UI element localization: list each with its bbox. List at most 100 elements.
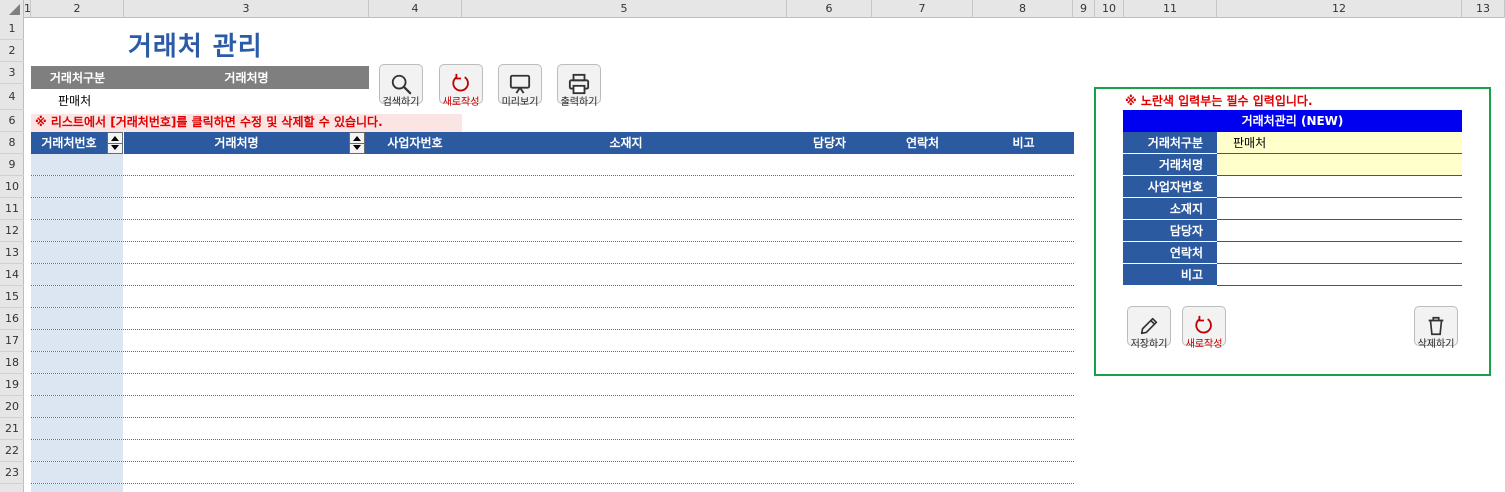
condition-type-value[interactable]: 판매처 <box>58 92 91 109</box>
list-row-number-cell[interactable] <box>31 352 123 373</box>
column-header-8[interactable]: 8 <box>973 0 1073 18</box>
row-header-20[interactable]: 20 <box>0 396 24 418</box>
row-header-8[interactable]: 8 <box>0 132 24 154</box>
column-header-7[interactable]: 7 <box>872 0 973 18</box>
list-row[interactable] <box>31 462 1074 484</box>
row-header-18[interactable]: 18 <box>0 352 24 374</box>
required-note: ※ 노란색 입력부는 필수 입력입니다. <box>1125 94 1313 108</box>
list-row-number-cell[interactable] <box>31 308 123 329</box>
list-row-number-cell[interactable] <box>31 462 123 483</box>
sort-up-icon[interactable] <box>353 136 361 141</box>
list-row[interactable] <box>31 352 1074 374</box>
search-icon <box>391 74 412 95</box>
row-header-14[interactable]: 14 <box>0 264 24 286</box>
condition-name-header: 거래처명 <box>124 66 369 89</box>
list-row-number-cell[interactable] <box>31 374 123 395</box>
row-header-11[interactable]: 11 <box>0 198 24 220</box>
list-row-number-cell[interactable] <box>31 220 123 241</box>
form-title: 거래처관리 (NEW) <box>1123 110 1462 132</box>
column-header-13[interactable]: 13 <box>1462 0 1505 18</box>
column-header-1[interactable]: 1 <box>24 0 31 18</box>
name-sort-spinner[interactable] <box>349 132 365 154</box>
list-row[interactable] <box>31 330 1074 352</box>
field-input-manager[interactable] <box>1217 220 1462 242</box>
list-header-number[interactable]: 거래처번호 <box>31 132 107 154</box>
row-header-10[interactable]: 10 <box>0 176 24 198</box>
list-row[interactable] <box>31 176 1074 198</box>
list-row-number-cell[interactable] <box>31 484 123 492</box>
refresh-icon <box>1195 315 1212 334</box>
sort-down-icon[interactable] <box>353 145 361 150</box>
search-button-label: 검색하기 <box>382 97 420 108</box>
condition-name-input[interactable] <box>124 89 369 109</box>
column-header-2[interactable]: 2 <box>31 0 124 18</box>
row-header-15[interactable]: 15 <box>0 286 24 308</box>
list-row[interactable] <box>31 286 1074 308</box>
field-input-biz-no[interactable] <box>1217 176 1462 198</box>
column-header-6[interactable]: 6 <box>787 0 872 18</box>
field-input-type[interactable]: 판매처 <box>1217 132 1462 154</box>
list-row-number-cell[interactable] <box>31 264 123 285</box>
column-header-9[interactable]: 9 <box>1073 0 1095 18</box>
list-row-number-cell[interactable] <box>31 286 123 307</box>
row-header-2[interactable]: 2 <box>0 40 24 62</box>
number-sort-spinner[interactable] <box>107 132 123 154</box>
row-header-13[interactable]: 13 <box>0 242 24 264</box>
field-input-address[interactable] <box>1217 198 1462 220</box>
list-row-number-cell[interactable] <box>31 154 123 175</box>
field-input-memo[interactable] <box>1217 264 1462 286</box>
row-header-9[interactable]: 9 <box>0 154 24 176</box>
row-header-21[interactable]: 21 <box>0 418 24 440</box>
field-input-contact[interactable] <box>1217 242 1462 264</box>
list-header-name[interactable]: 거래처명 <box>124 132 349 154</box>
list-row-number-cell[interactable] <box>31 330 123 351</box>
list-header-manager: 담당자 <box>787 132 872 154</box>
list-row-number-cell[interactable] <box>31 198 123 219</box>
field-label-biz-no: 사업자번호 <box>1123 176 1217 198</box>
list-row[interactable] <box>31 198 1074 220</box>
list-header-biz-no: 사업자번호 <box>365 132 465 154</box>
row-header-4[interactable]: 4 <box>0 84 24 110</box>
column-header-5[interactable]: 5 <box>462 0 787 18</box>
row-header-17[interactable]: 17 <box>0 330 24 352</box>
list-row-number-cell[interactable] <box>31 176 123 197</box>
column-header-3[interactable]: 3 <box>124 0 369 18</box>
list-row-number-cell[interactable] <box>31 396 123 417</box>
select-all-triangle-icon <box>9 4 20 15</box>
column-header-12[interactable]: 12 <box>1217 0 1462 18</box>
delete-button-label: 삭제하기 <box>1417 339 1455 350</box>
list-row-number-cell[interactable] <box>31 242 123 263</box>
row-header-22[interactable]: 22 <box>0 440 24 462</box>
sort-up-icon[interactable] <box>111 136 119 141</box>
list-row[interactable] <box>31 264 1074 286</box>
column-header-4[interactable]: 4 <box>369 0 462 18</box>
list-row[interactable] <box>31 396 1074 418</box>
list-row[interactable] <box>31 374 1074 396</box>
row-header-19[interactable]: 19 <box>0 374 24 396</box>
list-row-number-cell[interactable] <box>31 418 123 439</box>
new-button-label: 새로작성 <box>442 97 480 108</box>
row-header-23[interactable]: 23 <box>0 462 24 484</box>
row-header-1[interactable]: 1 <box>0 18 24 40</box>
list-row-number-cell[interactable] <box>31 440 123 461</box>
row-header-3[interactable]: 3 <box>0 62 24 84</box>
select-all-corner[interactable] <box>0 0 24 18</box>
list-row[interactable] <box>31 440 1074 462</box>
list-row[interactable] <box>31 308 1074 330</box>
list-row[interactable] <box>31 220 1074 242</box>
form-new-button-label: 새로작성 <box>1185 339 1223 350</box>
row-header-16[interactable]: 16 <box>0 308 24 330</box>
column-header-bar: 1 2 3 4 5 6 7 8 9 10 11 12 13 <box>0 0 1505 18</box>
list-row[interactable] <box>31 418 1074 440</box>
list-row[interactable] <box>31 242 1074 264</box>
sort-down-icon[interactable] <box>111 145 119 150</box>
printer-icon <box>568 73 590 95</box>
list-notice: ※ 리스트에서 [거래처번호]를 클릭하면 수정 및 삭제할 수 있습니다. <box>31 114 462 132</box>
row-header-12[interactable]: 12 <box>0 220 24 242</box>
list-row[interactable] <box>31 484 1074 492</box>
list-row[interactable] <box>31 154 1074 176</box>
field-input-name[interactable] <box>1217 154 1462 176</box>
column-header-11[interactable]: 11 <box>1124 0 1217 18</box>
row-header-6[interactable]: 6 <box>0 110 24 132</box>
column-header-10[interactable]: 10 <box>1095 0 1124 18</box>
